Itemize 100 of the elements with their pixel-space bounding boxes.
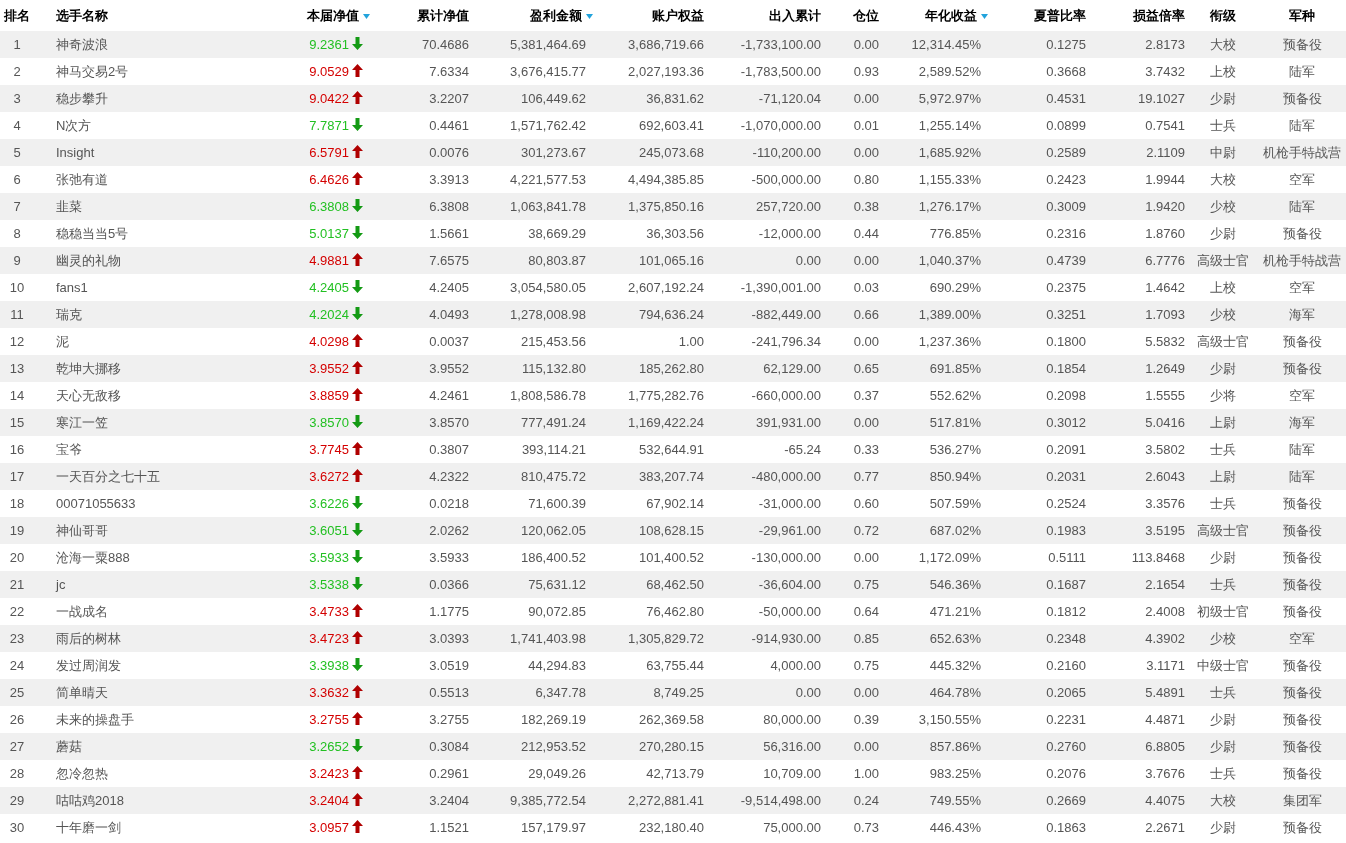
table-cell-text: 245,073.68	[638, 143, 704, 162]
table-cell-text: 185,262.80	[638, 359, 704, 378]
table-cell-text: 0.3009	[1046, 197, 1086, 216]
table-cell-text: 1.2649	[1145, 359, 1185, 378]
table-cell-text: 186,400.52	[520, 548, 586, 567]
column-header[interactable]: 年化收益	[925, 5, 977, 26]
table-cell-text: 80,000.00	[763, 710, 821, 729]
player-name: 瑞克	[56, 305, 82, 324]
table-cell-text: 少尉	[1210, 818, 1236, 837]
table-cell-text: 0.1983	[1046, 521, 1086, 540]
table-cell-text: 1,237.36%	[918, 332, 981, 351]
table-cell-text: 预备役	[1282, 359, 1322, 378]
table-cell-text: 5.5832	[1145, 332, 1185, 351]
player-name: 天心无敌移	[56, 386, 121, 405]
table-cell-text: 0.66	[853, 305, 879, 324]
player-name: 忽冷忽热	[56, 764, 108, 783]
table-cell-text: 初级士官	[1197, 602, 1249, 621]
table-cell-text: 270,280.15	[638, 737, 704, 756]
table-cell-text: 预备役	[1282, 602, 1322, 621]
table-cell-text: 652.63%	[929, 629, 981, 648]
table-cell-text: 中级士官	[1197, 656, 1249, 675]
table-cell-text: 2,589.52%	[918, 62, 981, 81]
table-cell-text: 4.2461	[429, 386, 469, 405]
table-cell-text: 0.1800	[1046, 332, 1086, 351]
table-cell-text: 0.2669	[1046, 791, 1086, 810]
table-cell-text: -130,000.00	[751, 548, 821, 567]
table-cell-text: 0.3251	[1046, 305, 1086, 324]
table-cell-text: 4,221,577.53	[510, 170, 586, 189]
table-cell-text: 预备役	[1282, 818, 1322, 837]
table-cell-text: 24	[9, 656, 25, 675]
net-value: 9.0422	[309, 89, 349, 108]
player-name: 乾坤大挪移	[56, 359, 121, 378]
table-cell-text: 0.5513	[429, 683, 469, 702]
table-cell-text: -29,961.00	[758, 521, 821, 540]
net-value: 3.0957	[309, 818, 349, 837]
table-cell-text: -36,604.00	[758, 575, 821, 594]
table-cell-text: 776.85%	[929, 224, 981, 243]
table-cell-text: 上尉	[1210, 413, 1236, 432]
table-cell-text: 1.1775	[429, 602, 469, 621]
table-cell-text: 0.00	[853, 143, 879, 162]
table-cell-text: 士兵	[1210, 440, 1236, 459]
table-cell-text: 445.32%	[929, 656, 981, 675]
table-cell-text: 0.0366	[429, 575, 469, 594]
table-cell-text: 27	[9, 737, 25, 756]
table-cell-text: 陆军	[1289, 197, 1315, 216]
column-header: 衔级	[1210, 6, 1236, 25]
net-value: 3.8859	[309, 386, 349, 405]
table-cell-text: 76,462.80	[646, 602, 704, 621]
table-cell-text: 2.6043	[1145, 467, 1185, 486]
table-cell-text: 预备役	[1282, 683, 1322, 702]
net-value: 3.6272	[309, 467, 349, 486]
table-cell-text: 3.0393	[429, 629, 469, 648]
table-cell-text: 17	[9, 467, 25, 486]
table-cell-text: 2,607,192.24	[628, 278, 704, 297]
table-cell-text: 30	[9, 818, 25, 837]
table-cell-text: 高级士官	[1197, 251, 1249, 270]
table-cell-text: 1	[13, 35, 21, 54]
column-header[interactable]: 本届净值	[307, 5, 359, 26]
table-cell-text: 上校	[1210, 278, 1236, 297]
table-cell-text: 4,494,385.85	[628, 170, 704, 189]
table-cell-text: 2,027,193.36	[628, 62, 704, 81]
table-cell-text: 0.65	[853, 359, 879, 378]
table-cell-text: 0.2091	[1046, 440, 1086, 459]
column-header[interactable]: 盈利金额	[530, 5, 582, 26]
net-value: 6.4626	[309, 170, 349, 189]
table-cell-text: 9	[13, 251, 21, 270]
table-cell-text: 0.75	[853, 656, 879, 675]
table-cell-text: 21	[9, 575, 25, 594]
table-cell-text: 3,054,580.05	[510, 278, 586, 297]
table-cell-text: 62,129.00	[763, 359, 821, 378]
table-cell-text: 0.1275	[1046, 35, 1086, 54]
table-cell-text: 29	[9, 791, 25, 810]
net-value: 3.5338	[309, 575, 349, 594]
table-cell-text: 0.4739	[1046, 251, 1086, 270]
table-cell-text: 7.6575	[429, 251, 469, 270]
column-header: 排名	[4, 6, 30, 25]
table-cell-text: 少尉	[1210, 737, 1236, 756]
table-cell-text: 67,902.14	[646, 494, 704, 513]
table-cell-text: 546.36%	[929, 575, 981, 594]
table-cell-text: 391,931.00	[755, 413, 821, 432]
table-cell-text: 0.00	[795, 251, 821, 270]
table-cell-text: 集团军	[1282, 791, 1322, 810]
table-cell-text: 75,000.00	[763, 818, 821, 837]
table-cell-text: 68,462.50	[646, 575, 704, 594]
table-cell-text: 0.44	[853, 224, 879, 243]
table-cell-text: -9,514,498.00	[740, 791, 821, 810]
table-cell-text: -65.24	[784, 440, 821, 459]
table-cell-text: -31,000.00	[758, 494, 821, 513]
table-cell-text: 预备役	[1282, 35, 1322, 54]
table-cell-text: 115,132.80	[521, 359, 586, 378]
table-cell-text: 少尉	[1210, 89, 1236, 108]
table-cell-text: 0.2348	[1046, 629, 1086, 648]
table-cell-text: 70.4686	[422, 35, 469, 54]
table-cell-text: 上校	[1210, 62, 1236, 81]
table-cell-text: 1.00	[853, 764, 879, 783]
table-cell-text: 空军	[1289, 170, 1315, 189]
player-name: 张弛有道	[56, 170, 108, 189]
table-cell-text: 3.0519	[429, 656, 469, 675]
net-value: 3.8570	[309, 413, 349, 432]
table-cell-text: 8,749.25	[653, 683, 704, 702]
